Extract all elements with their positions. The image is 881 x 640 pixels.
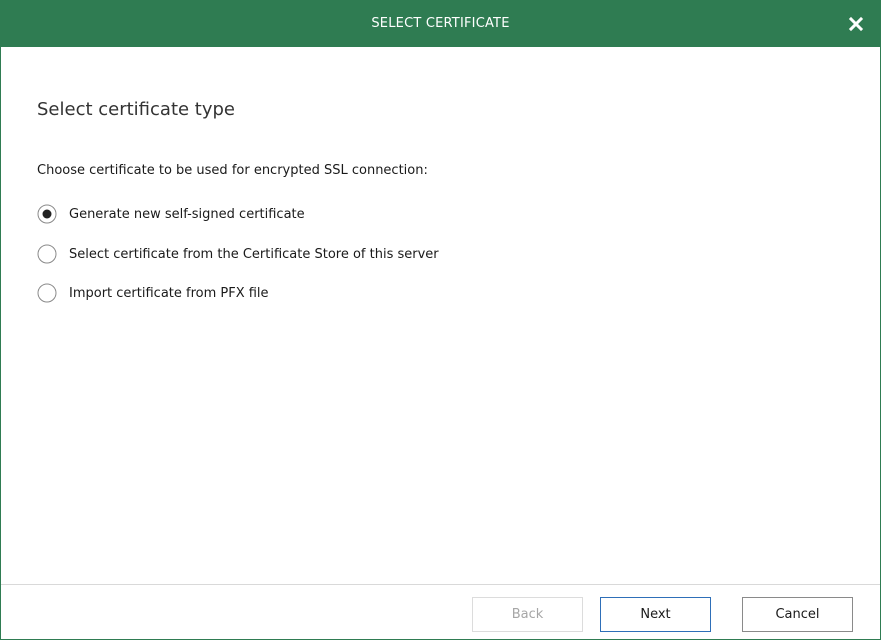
option-generate-self-signed[interactable]: Generate new self-signed certificate — [37, 203, 305, 225]
radio-unselected-icon[interactable] — [37, 283, 57, 303]
radio-unselected-icon[interactable] — [37, 244, 57, 264]
close-icon — [848, 16, 864, 32]
option-certificate-store[interactable]: Select certificate from the Certificate … — [37, 243, 439, 265]
option-label: Import certificate from PFX file — [69, 285, 269, 301]
option-label: Generate new self-signed certificate — [69, 206, 305, 222]
footer-divider — [1, 584, 880, 585]
option-import-pfx[interactable]: Import certificate from PFX file — [37, 282, 269, 304]
back-button[interactable]: Back — [472, 597, 583, 632]
cancel-button[interactable]: Cancel — [742, 597, 853, 632]
dialog-title: SELECT CERTIFICATE — [371, 16, 510, 31]
select-certificate-dialog: SELECT CERTIFICATE Select certificate ty… — [0, 0, 881, 640]
title-bar: SELECT CERTIFICATE — [1, 1, 880, 47]
close-button[interactable] — [842, 10, 870, 38]
radio-selected-icon[interactable] — [37, 204, 57, 224]
page-heading: Select certificate type — [37, 99, 236, 120]
certificate-prompt: Choose certificate to be used for encryp… — [37, 163, 428, 178]
option-label: Select certificate from the Certificate … — [69, 246, 439, 262]
next-button[interactable]: Next — [600, 597, 711, 632]
